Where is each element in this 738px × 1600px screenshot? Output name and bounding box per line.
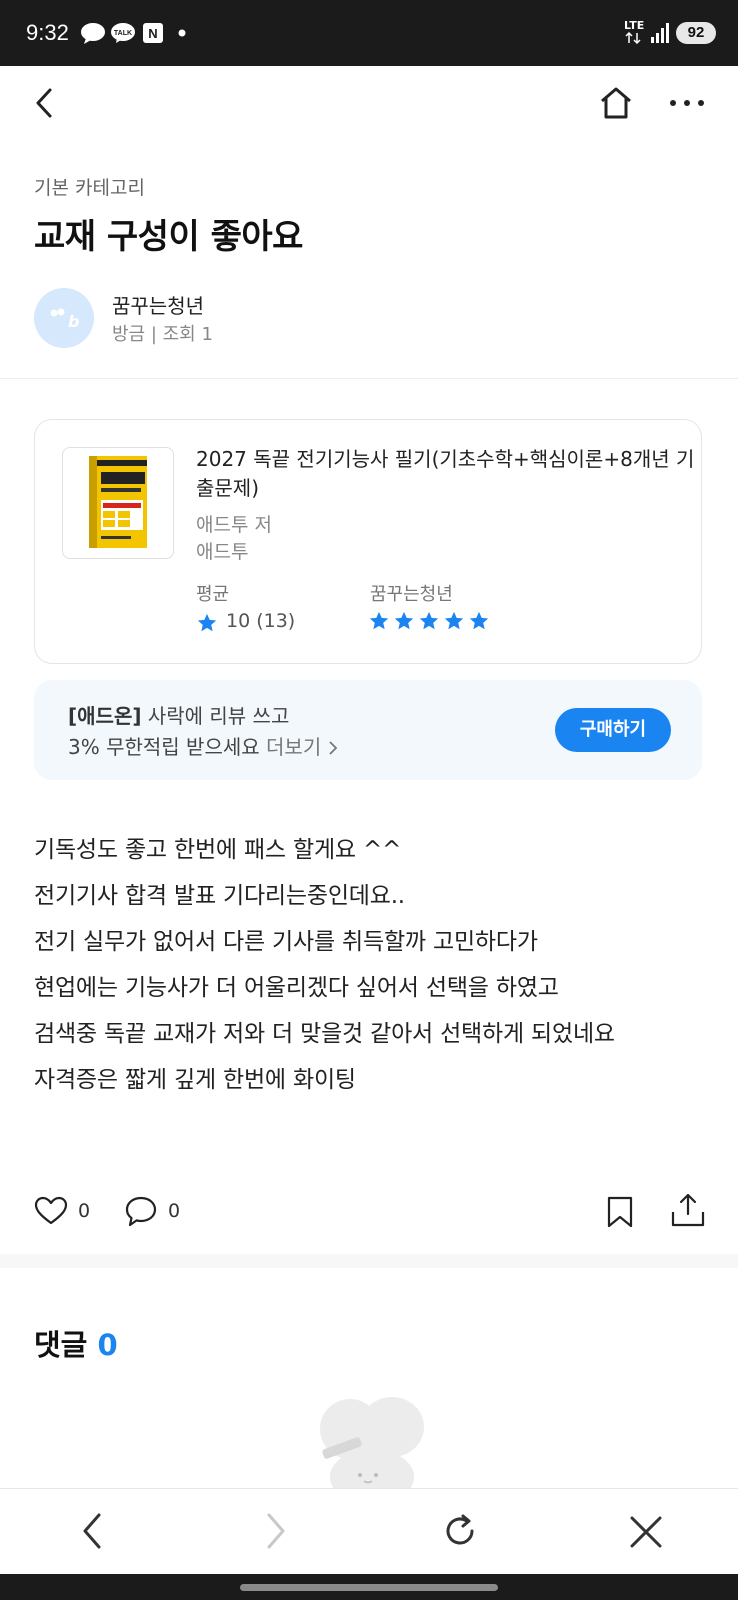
network-type: LTE — [624, 19, 645, 32]
post-meta: 방금 | 조회 1 — [112, 324, 213, 345]
comment-count: 0 — [168, 1200, 181, 1222]
addon-line2-text: 3% 무한적립 받으세요 — [68, 735, 260, 759]
browser-forward-icon[interactable] — [264, 1512, 288, 1550]
average-rating-value: 10 (13) — [226, 610, 296, 632]
like-heart-icon[interactable] — [34, 1196, 68, 1226]
body-line: 검색중 독끝 교재가 저와 더 맞을것 같아서 선택하게 되었네요 — [34, 1021, 615, 1047]
addon-more-link[interactable]: 더보기 — [266, 735, 321, 759]
comments-heading: 댓글 0 — [34, 1322, 118, 1364]
star-icon — [469, 611, 489, 630]
average-rating-label: 평균 — [196, 584, 230, 605]
chat-bubble-icon — [81, 23, 105, 44]
book-author: 애드투 저 — [196, 514, 272, 536]
book-cover[interactable] — [62, 447, 174, 559]
gesture-handle[interactable] — [240, 1584, 498, 1591]
star-icon — [444, 611, 464, 630]
svg-text:N: N — [148, 26, 157, 41]
signal-icon — [651, 23, 669, 43]
book-title[interactable]: 2027 독끝 전기기능사 필기(기초수학+핵심이론+8개년 기출문제) — [196, 445, 696, 503]
empty-comments-mascot-icon — [320, 1397, 424, 1490]
user-rating-stars — [368, 610, 493, 636]
buy-button[interactable]: 구매하기 — [555, 708, 671, 752]
addon-line1-text: 사락에 리뷰 쓰고 — [141, 704, 290, 728]
post-title: 교재 구성이 좋아요 — [34, 217, 303, 257]
dot-icon — [178, 29, 186, 37]
svg-text:TALK: TALK — [114, 30, 132, 37]
close-icon[interactable] — [628, 1514, 664, 1550]
battery-indicator: 92 — [676, 22, 716, 44]
kakaotalk-icon: TALK — [111, 23, 135, 43]
chevron-right-icon[interactable] — [328, 740, 338, 756]
data-arrows-icon — [625, 32, 641, 44]
status-bar: 9:32 TALK N LTE 92 — [0, 0, 738, 66]
body-line: 현업에는 기능사가 더 어울리겠다 싶어서 선택을 하였고 — [34, 975, 559, 1001]
rater-name: 꿈꾸는청년 — [370, 584, 453, 605]
star-icon — [197, 613, 217, 632]
refresh-icon[interactable] — [442, 1513, 478, 1549]
divider — [0, 378, 738, 379]
star-icon — [369, 611, 389, 630]
browser-back-icon[interactable] — [80, 1512, 104, 1550]
naver-icon: N — [143, 23, 163, 43]
star-icon — [419, 611, 439, 630]
author-name[interactable]: 꿈꾸는청년 — [112, 290, 204, 319]
comment-bubble-icon[interactable] — [124, 1195, 158, 1229]
back-chevron-icon[interactable] — [32, 86, 58, 120]
avatar[interactable]: b — [34, 288, 94, 348]
body-line: 전기기사 합격 발표 기다리는중인데요.. — [34, 883, 405, 909]
share-icon[interactable] — [670, 1192, 706, 1228]
comments-title: 댓글 — [34, 1328, 88, 1362]
post-category[interactable]: 기본 카테고리 — [34, 173, 145, 200]
book-cover-image — [89, 456, 147, 548]
body-line: 자격증은 짧게 깊게 한번에 화이팅 — [34, 1067, 356, 1093]
body-line: 기독성도 좋고 한번에 패스 할게요 ^^ — [34, 837, 402, 863]
section-divider — [0, 1254, 738, 1268]
more-dots-icon[interactable] — [668, 98, 706, 108]
avatar-logo-icon: b — [50, 308, 79, 331]
status-time: 9:32 — [26, 20, 69, 45]
home-icon[interactable] — [598, 86, 634, 120]
body-line: 전기 실무가 없어서 다른 기사를 취득할까 고민하다가 — [34, 929, 538, 955]
comments-count: 0 — [97, 1328, 118, 1362]
like-count: 0 — [78, 1200, 91, 1222]
addon-tag: [애드온] — [68, 704, 142, 728]
star-icon — [394, 611, 414, 630]
bookmark-icon[interactable] — [606, 1196, 634, 1228]
book-publisher: 애드투 — [196, 541, 249, 563]
svg-text:b: b — [68, 312, 79, 331]
addon-line2: 3% 무한적립 받으세요 더보기 — [68, 731, 338, 760]
addon-line1: [애드온] 사락에 리뷰 쓰고 — [68, 700, 289, 729]
